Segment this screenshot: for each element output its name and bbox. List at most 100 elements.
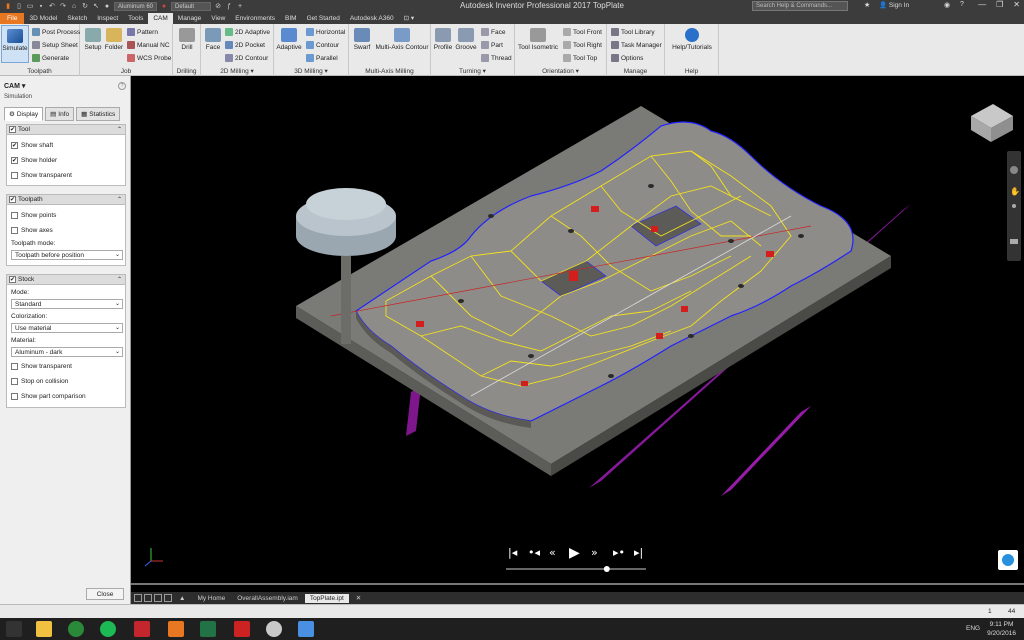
panel-header[interactable]: CAM ▾: [4, 82, 25, 90]
fx-icon[interactable]: ƒ: [225, 3, 233, 10]
tab-sketch[interactable]: Sketch: [62, 13, 92, 24]
3d-milling-panel-title[interactable]: 3D Milling ▾: [274, 67, 348, 75]
solidworks-icon[interactable]: [134, 621, 150, 637]
tab-statistics[interactable]: ▦ Statistics: [76, 107, 121, 121]
save-icon[interactable]: ▪: [37, 3, 45, 10]
help-tutorials-button[interactable]: Help/Tutorials: [669, 28, 715, 51]
tool-app-icon[interactable]: [266, 621, 282, 637]
collapse-icon[interactable]: ⌃: [117, 126, 122, 133]
tab-info[interactable]: ▤ Info: [45, 107, 75, 121]
clear-appearance-icon[interactable]: ⊘: [214, 3, 222, 10]
go-to-end-icon[interactable]: ▸|: [634, 546, 643, 559]
steering-wheel-icon[interactable]: [1010, 166, 1018, 174]
orientation-panel-title[interactable]: Orientation ▾: [515, 67, 606, 75]
horizontal-button[interactable]: Horizontal: [306, 28, 345, 36]
start-icon[interactable]: [6, 621, 22, 637]
collapse-icon[interactable]: ⌃: [117, 196, 122, 203]
stop-on-collision-option[interactable]: Stop on collision: [11, 378, 68, 385]
next-operation-icon[interactable]: ▸•: [613, 546, 625, 559]
previous-operation-icon[interactable]: •◂: [528, 546, 540, 559]
tab-file[interactable]: File: [0, 13, 25, 24]
step-forward-icon[interactable]: »: [591, 546, 598, 559]
cart-icon[interactable]: ◉: [944, 1, 950, 9]
tile-icon[interactable]: [134, 594, 142, 602]
setup-button[interactable]: Setup: [83, 28, 103, 51]
cascade-icon[interactable]: [144, 594, 152, 602]
tool-library-button[interactable]: Tool Library: [611, 28, 655, 36]
2d-adaptive-button[interactable]: 2D Adaptive: [225, 28, 270, 36]
show-part-comparison-option[interactable]: Show part comparison: [11, 393, 86, 400]
drill-button[interactable]: Drill: [177, 28, 197, 51]
close-doc-icon[interactable]: ✕: [351, 593, 366, 603]
tab-environments[interactable]: Environments: [230, 13, 280, 24]
tab-view[interactable]: View: [206, 13, 230, 24]
2d-milling-panel-title[interactable]: 2D Milling ▾: [201, 67, 273, 75]
toolpath-mode-dropdown[interactable]: Toolpath before position ⌄: [11, 250, 123, 260]
show-holder-option[interactable]: ✔ Show holder: [11, 157, 57, 164]
show-transparent-tool-option[interactable]: Show transparent: [11, 172, 72, 179]
new-icon[interactable]: ▯: [15, 3, 23, 10]
2d-contour-button[interactable]: 2D Contour: [225, 54, 268, 62]
minimize-icon[interactable]: —: [978, 0, 986, 9]
material-dropdown[interactable]: Aluminum - dark ⌄: [11, 347, 123, 357]
open-icon[interactable]: ▭: [26, 3, 34, 10]
close-button[interactable]: Close: [86, 588, 124, 600]
show-axes-option[interactable]: Show axes: [11, 227, 53, 234]
play-icon[interactable]: ▶: [569, 545, 580, 561]
add-icon[interactable]: +: [236, 3, 244, 10]
show-transparent-stock-option[interactable]: Show transparent: [11, 363, 72, 370]
arrange-icon[interactable]: [154, 594, 162, 602]
tool-right-button[interactable]: Tool Right: [563, 41, 602, 49]
setup-sheet-button[interactable]: Setup Sheet: [32, 41, 78, 49]
home-icon[interactable]: ⌂: [70, 3, 78, 10]
simulate-button[interactable]: Simulate: [1, 25, 29, 63]
doc-tab-overall-assembly[interactable]: OverallAssembly.iam: [232, 594, 303, 603]
pattern-button[interactable]: Pattern: [127, 28, 158, 36]
inventor-icon[interactable]: [168, 621, 184, 637]
toolpath-group-header[interactable]: ✔ Toolpath ⌃: [7, 195, 125, 205]
store-icon[interactable]: [298, 621, 314, 637]
tab-display[interactable]: ⚙ Display: [4, 107, 44, 121]
show-shaft-option[interactable]: ✔ Show shaft: [11, 142, 53, 149]
appearance-dropdown[interactable]: Default: [171, 2, 212, 11]
tab-manage[interactable]: Manage: [173, 13, 207, 24]
app-icon[interactable]: [234, 621, 250, 637]
parallel-button[interactable]: Parallel: [306, 54, 338, 62]
collapse-icon[interactable]: ⌃: [117, 276, 122, 283]
2d-pocket-button[interactable]: 2D Pocket: [225, 41, 265, 49]
thread-button[interactable]: Thread: [481, 54, 512, 62]
post-process-button[interactable]: Post Process: [32, 28, 80, 36]
tab-bim[interactable]: BIM: [280, 13, 302, 24]
view-cube[interactable]: [971, 104, 1013, 142]
undo-icon[interactable]: ↶: [48, 3, 56, 10]
tab-get-started[interactable]: Get Started: [302, 13, 345, 24]
chrome-icon[interactable]: [68, 621, 84, 637]
close-icon[interactable]: ✕: [1013, 0, 1020, 9]
spotify-icon[interactable]: [100, 621, 116, 637]
show-holder-checkbox[interactable]: ✔: [11, 157, 18, 164]
show-part-comparison-checkbox[interactable]: [11, 393, 18, 400]
panel-help-icon[interactable]: ?: [118, 82, 126, 90]
tab-a360[interactable]: Autodesk A360: [345, 13, 399, 24]
language-indicator[interactable]: ENG: [966, 625, 980, 632]
tab-3d-model[interactable]: 3D Model: [24, 13, 62, 24]
manual-nc-button[interactable]: Manual NC: [127, 41, 170, 49]
tool-front-button[interactable]: Tool Front: [563, 28, 602, 36]
search-input[interactable]: Search Help & Commands...: [752, 1, 848, 11]
go-to-start-icon[interactable]: |◂: [508, 546, 518, 559]
home-tab-icon[interactable]: ▲: [174, 594, 190, 603]
show-points-option[interactable]: Show points: [11, 212, 56, 219]
generate-button[interactable]: Generate: [32, 54, 69, 62]
step-back-icon[interactable]: «: [549, 546, 556, 559]
stop-on-collision-checkbox[interactable]: [11, 378, 18, 385]
help-icon[interactable]: ?: [960, 1, 964, 8]
turning-panel-title[interactable]: Turning ▾: [431, 67, 514, 75]
part-button[interactable]: Part: [481, 41, 503, 49]
tool-group-header[interactable]: ✔ Tool ⌃: [7, 125, 125, 135]
tool-isometric-button[interactable]: Tool Isometric: [517, 28, 559, 51]
adaptive-button[interactable]: Adaptive: [276, 28, 302, 51]
graphics-viewport[interactable]: |◂ •◂ « ▶ » ▸• ▸| ✋: [131, 76, 1024, 592]
stock-group-header[interactable]: ✔ Stock ⌃: [7, 275, 125, 285]
file-explorer-icon[interactable]: [36, 621, 52, 637]
colorization-dropdown[interactable]: Use material ⌄: [11, 323, 123, 333]
